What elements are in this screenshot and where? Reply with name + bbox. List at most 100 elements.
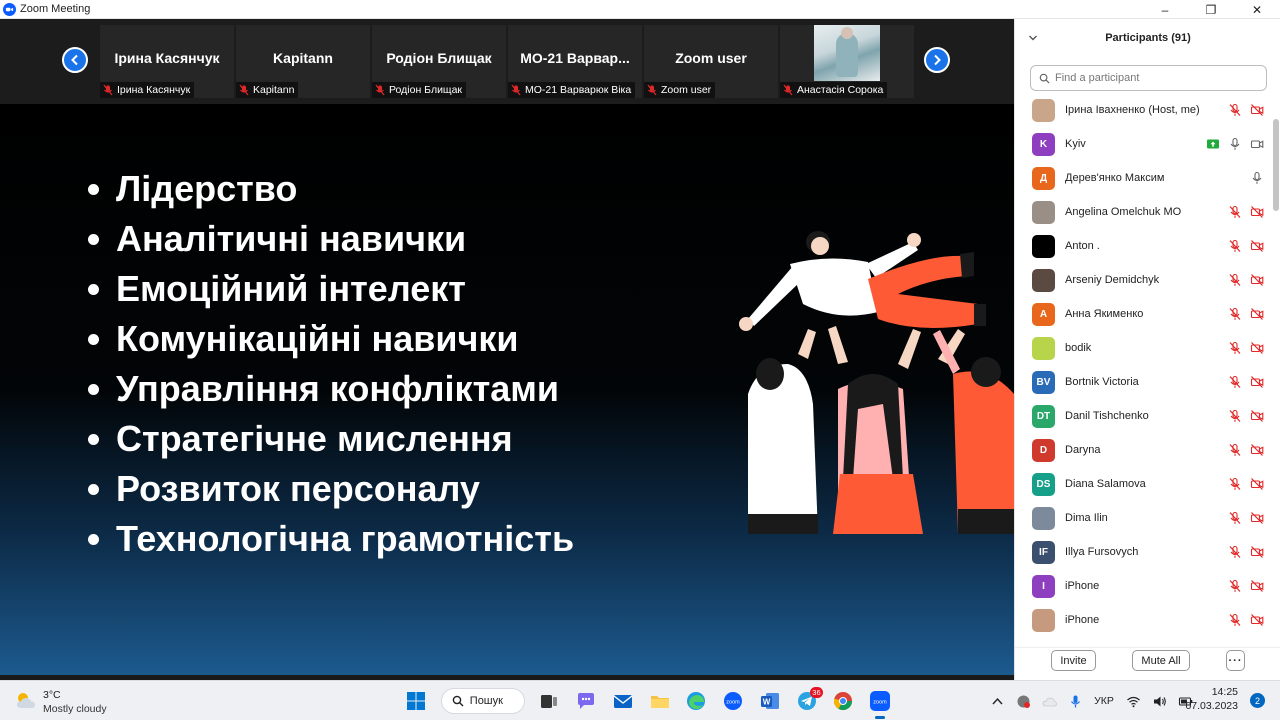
mic-muted-icon[interactable] xyxy=(1228,443,1242,457)
taskbar-clock[interactable]: 14:25 07.03.2023 xyxy=(1162,686,1238,712)
maximize-button[interactable]: ❐ xyxy=(1188,0,1234,19)
tile-name: Kapitann xyxy=(273,50,333,66)
participant-search[interactable] xyxy=(1030,65,1267,91)
mic-muted-icon[interactable] xyxy=(1228,409,1242,423)
participant-list-scrollbar[interactable] xyxy=(1273,119,1279,211)
prev-page-button[interactable] xyxy=(62,47,88,73)
zoom-logo-icon xyxy=(3,2,16,16)
mute-all-button[interactable]: Mute All xyxy=(1132,650,1190,671)
video-off-icon[interactable] xyxy=(1250,545,1264,559)
video-off-icon[interactable] xyxy=(1250,579,1264,593)
mic-muted-icon[interactable] xyxy=(1228,613,1242,627)
wifi-button[interactable] xyxy=(1120,687,1146,715)
video-off-icon[interactable] xyxy=(1250,103,1264,117)
video-camera-icon[interactable] xyxy=(1250,137,1264,151)
more-options-button[interactable]: ··· xyxy=(1226,650,1245,671)
video-off-icon[interactable] xyxy=(1250,307,1264,321)
mic-muted-icon[interactable] xyxy=(1228,545,1242,559)
participant-row[interactable]: DS Diana Salamova xyxy=(1015,467,1271,501)
participant-row[interactable]: Dima Ilin xyxy=(1015,501,1271,535)
mic-muted-icon[interactable] xyxy=(1228,579,1242,593)
mic-muted-icon[interactable] xyxy=(1228,375,1242,389)
telegram-app-button[interactable]: 36 xyxy=(791,685,823,717)
video-off-icon[interactable] xyxy=(1250,511,1264,525)
participant-row[interactable]: bodik xyxy=(1015,331,1271,365)
taskbar-search[interactable]: Пошук xyxy=(440,688,525,714)
next-page-button[interactable] xyxy=(924,47,950,73)
input-language[interactable]: УКР xyxy=(1088,687,1120,715)
video-off-icon[interactable] xyxy=(1250,613,1264,627)
minimize-button[interactable]: – xyxy=(1142,0,1188,19)
zoom-meeting-window-button[interactable]: zoom xyxy=(864,685,896,719)
participant-row[interactable]: DT Danil Tishchenko xyxy=(1015,399,1271,433)
mic-muted-icon[interactable] xyxy=(1228,341,1242,355)
edge-browser-button[interactable] xyxy=(680,685,712,717)
video-tile[interactable]: Zoom user Zoom user xyxy=(644,25,778,98)
participant-row[interactable]: IF Illya Fursovych xyxy=(1015,535,1271,569)
participant-row[interactable]: BV Bortnik Victoria xyxy=(1015,365,1271,399)
onedrive-button[interactable] xyxy=(1036,687,1062,715)
video-tile[interactable]: Анастасія Сорока xyxy=(780,25,914,98)
search-input[interactable] xyxy=(1055,72,1255,84)
folder-icon xyxy=(650,696,669,708)
participant-row[interactable]: Ірина Івахненко (Host, me) xyxy=(1015,93,1271,127)
weather-widget[interactable]: 3°C Mostly cloudy xyxy=(15,687,135,715)
video-tile[interactable]: Kapitann Kapitann xyxy=(236,25,370,98)
microphone-icon[interactable] xyxy=(1250,171,1264,185)
video-off-icon[interactable] xyxy=(1250,341,1264,355)
video-tile[interactable]: Родіон Блищак Родіон Блищак xyxy=(372,25,506,98)
video-off-icon[interactable] xyxy=(1250,477,1264,491)
participant-row[interactable]: Angelina Omelchuk МО xyxy=(1015,195,1271,229)
mic-muted-icon[interactable] xyxy=(1228,239,1242,253)
show-hidden-icons-button[interactable] xyxy=(984,687,1010,715)
participant-row[interactable]: iPhone xyxy=(1015,603,1271,637)
chevron-down-icon[interactable] xyxy=(1027,32,1039,44)
mic-muted-icon[interactable] xyxy=(1228,205,1242,219)
start-button[interactable] xyxy=(400,685,432,717)
file-explorer-button[interactable] xyxy=(644,685,676,717)
search-icon xyxy=(1039,73,1050,84)
microphone-tray-button[interactable] xyxy=(1062,687,1088,715)
task-view-button[interactable] xyxy=(533,685,565,717)
word-app-button[interactable]: W xyxy=(754,685,786,717)
shared-screen-slide: Лідерство Аналітичні навички Емоційний і… xyxy=(0,104,1014,675)
participant-row[interactable]: Anton . xyxy=(1015,229,1271,263)
participant-status-icons xyxy=(1250,171,1264,185)
mic-muted-icon[interactable] xyxy=(1228,477,1242,491)
telegram-unread-badge: 36 xyxy=(810,687,823,698)
participant-row[interactable]: Д Дерев'янко Максим xyxy=(1015,161,1271,195)
notification-count-badge[interactable]: 2 xyxy=(1250,693,1265,708)
invite-button[interactable]: Invite xyxy=(1051,650,1096,671)
mail-app-button[interactable] xyxy=(607,685,639,717)
slide-bullet: Управління конфліктами xyxy=(88,364,574,414)
video-tile[interactable]: МО-21 Варвар... МО-21 Варварюк Віка xyxy=(508,25,642,98)
video-off-icon[interactable] xyxy=(1250,239,1264,253)
mic-muted-icon[interactable] xyxy=(1228,273,1242,287)
zoom-app-button[interactable]: zoom xyxy=(717,685,749,717)
svg-text:zoom: zoom xyxy=(873,700,887,706)
participant-status-icons xyxy=(1228,579,1264,593)
teams-chat-button[interactable] xyxy=(570,685,602,717)
participant-row[interactable]: А Анна Якименко xyxy=(1015,297,1271,331)
chrome-browser-button[interactable] xyxy=(827,685,859,717)
mic-muted-icon[interactable] xyxy=(1228,307,1242,321)
participants-footer: Invite Mute All ··· xyxy=(1015,647,1280,680)
mic-muted-icon[interactable] xyxy=(1228,511,1242,525)
participant-row[interactable]: D Daryna xyxy=(1015,433,1271,467)
video-off-icon[interactable] xyxy=(1250,443,1264,457)
participant-row[interactable]: IiPhone xyxy=(1015,569,1271,603)
participant-row[interactable]: K Kyiv xyxy=(1015,127,1271,161)
participant-row[interactable]: Arseniy Demidchyk xyxy=(1015,263,1271,297)
avatar: BV xyxy=(1032,371,1055,394)
microphone-icon[interactable] xyxy=(1228,137,1242,151)
video-off-icon[interactable] xyxy=(1250,375,1264,389)
video-off-icon[interactable] xyxy=(1250,273,1264,287)
mic-muted-icon[interactable] xyxy=(1228,103,1242,117)
zoom-tray-button[interactable] xyxy=(1010,687,1036,715)
avatar: K xyxy=(1032,133,1055,156)
video-off-icon[interactable] xyxy=(1250,205,1264,219)
video-tile[interactable]: Ірина Касянчук Ірина Касянчук xyxy=(100,25,234,98)
video-off-icon[interactable] xyxy=(1250,409,1264,423)
cloud-icon xyxy=(1042,697,1057,706)
close-button[interactable]: ✕ xyxy=(1234,0,1280,19)
